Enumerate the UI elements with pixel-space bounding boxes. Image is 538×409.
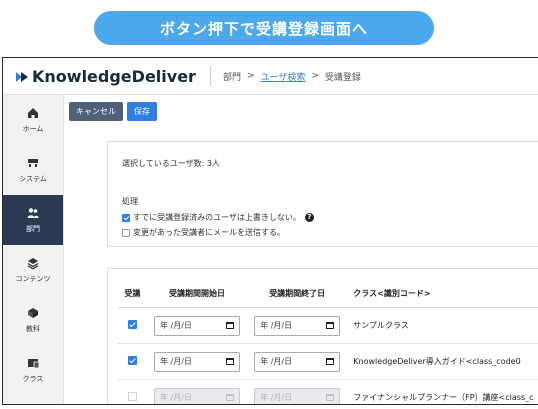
app-logo[interactable]: KnowledgeDeliver <box>15 67 196 86</box>
date-placeholder: 年 /月/日 <box>260 357 293 366</box>
no-overwrite-label: すでに受講登録済みのユーザは上書きしない。 <box>133 213 301 222</box>
option-send-mail[interactable]: 変更があった受講者にメールを送信する。 <box>122 227 285 238</box>
sidebar-item-label: システム <box>19 175 47 183</box>
action-toolbar: キャンセル 保存 <box>69 102 157 121</box>
calendar-icon[interactable] <box>326 358 335 365</box>
cancel-button[interactable]: キャンセル <box>69 102 123 121</box>
enrollment-panel: 受講 受講期間開始日 受講期間終了日 クラス<識別コード> 年 /月/日 年 /… <box>107 268 538 404</box>
date-placeholder: 年 /月/日 <box>159 393 192 402</box>
home-icon <box>28 108 38 118</box>
option-no-overwrite[interactable]: すでに受講登録済みのユーザは上書きしない。? <box>122 212 314 223</box>
sidebar-item-label: 部門 <box>26 225 40 233</box>
table-row: 年 /月/日 年 /月/日 KnowledgeDeliver導入ガイド<clas… <box>118 343 538 380</box>
book-icon <box>28 308 38 318</box>
column-header-end-date: 受講期間終了日 <box>247 279 348 308</box>
breadcrumb-department: 部門 <box>222 72 241 83</box>
table-row: 年 /月/日 年 /月/日 サンプルクラス <box>118 307 538 344</box>
start-date-input: 年 /月/日 <box>153 387 240 404</box>
breadcrumb: 部門 > ユーザ検索 > 受講登録 <box>223 70 361 83</box>
sidebar-item-home[interactable]: ホーム <box>3 95 63 145</box>
send-mail-label: 変更があった受講者にメールを送信する。 <box>133 228 285 237</box>
end-date-input[interactable]: 年 /月/日 <box>254 315 341 336</box>
calendar-icon <box>326 394 335 401</box>
class-name: サンプルクラス <box>347 307 538 344</box>
breadcrumb-current: 受講登録 <box>324 72 361 83</box>
calendar-icon[interactable] <box>326 322 335 329</box>
date-placeholder: 年 /月/日 <box>159 357 192 366</box>
help-icon[interactable]: ? <box>304 213 314 222</box>
enroll-checkbox[interactable] <box>127 392 137 401</box>
app-name: KnowledgeDeliver <box>32 66 196 86</box>
date-placeholder: 年 /月/日 <box>260 393 293 402</box>
enrollment-table: 受講 受講期間開始日 受講期間終了日 クラス<識別コード> 年 /月/日 年 /… <box>118 279 538 404</box>
class-icon <box>28 359 40 369</box>
breadcrumb-user-search-link[interactable]: ユーザ検索 <box>261 70 306 83</box>
date-placeholder: 年 /月/日 <box>260 321 293 330</box>
sidebar-item-label: ホーム <box>22 125 44 133</box>
breadcrumb-separator: > <box>311 71 319 81</box>
sidebar-item-label: クラス <box>22 375 44 383</box>
start-date-input[interactable]: 年 /月/日 <box>153 315 240 336</box>
sidebar-item-system[interactable]: システム <box>3 145 63 195</box>
layers-icon <box>27 258 39 270</box>
class-name: KnowledgeDeliver導入ガイド<class_code0 <box>347 343 538 380</box>
settings-panel: 選択しているユーザ数: 3人 処理 すでに受講登録済みのユーザは上書きしない。?… <box>107 141 538 247</box>
calendar-icon <box>225 394 234 401</box>
sidebar-item-subjects[interactable]: 教科 <box>3 295 63 345</box>
sidebar-item-label: コンテンツ <box>15 275 51 283</box>
instruction-banner: ボタン押下で受講登録画面へ <box>94 11 434 45</box>
table-row: 年 /月/日 年 /月/日 ファイナンシャルプランナー（FP）講座<class_… <box>118 379 538 404</box>
end-date-input[interactable]: 年 /月/日 <box>254 351 341 372</box>
sidebar-item-label: 教科 <box>26 325 40 333</box>
save-button[interactable]: 保存 <box>127 102 157 121</box>
class-name: ファイナンシャルプランナー（FP）講座<class_c <box>347 379 538 404</box>
sidebar-item-classes[interactable]: クラス <box>3 345 63 395</box>
calendar-icon[interactable] <box>225 322 234 329</box>
system-icon <box>28 159 38 167</box>
table-header-row: 受講 受講期間開始日 受講期間終了日 クラス<識別コード> <box>118 279 538 308</box>
selected-user-count: 選択しているユーザ数: 3人 <box>122 159 220 168</box>
calendar-icon[interactable] <box>225 358 234 365</box>
column-header-start-date: 受講期間開始日 <box>146 279 248 308</box>
processing-heading: 処理 <box>122 197 138 206</box>
header-divider <box>209 66 211 86</box>
no-overwrite-checkbox[interactable] <box>122 213 130 222</box>
header-bar: KnowledgeDeliver 部門 > ユーザ検索 > 受講登録 <box>3 58 538 95</box>
sidebar-item-contents[interactable]: コンテンツ <box>3 245 63 295</box>
column-header-enroll: 受講 <box>118 279 147 308</box>
start-date-input[interactable]: 年 /月/日 <box>153 351 240 372</box>
enroll-checkbox[interactable] <box>127 356 137 365</box>
send-mail-checkbox[interactable] <box>122 228 130 237</box>
sidebar: ホーム システム 部門 コンテンツ 教科 クラス <box>3 95 64 404</box>
column-header-class: クラス<識別コード> <box>347 279 538 308</box>
logo-mark-icon <box>15 69 29 83</box>
breadcrumb-separator: > <box>246 71 255 81</box>
sidebar-item-department[interactable]: 部門 <box>3 195 63 245</box>
enroll-checkbox[interactable] <box>127 320 137 329</box>
app-window: KnowledgeDeliver 部門 > ユーザ検索 > 受講登録 ホーム シ… <box>2 57 538 405</box>
users-icon <box>27 208 39 218</box>
end-date-input: 年 /月/日 <box>254 387 341 404</box>
date-placeholder: 年 /月/日 <box>159 321 192 330</box>
